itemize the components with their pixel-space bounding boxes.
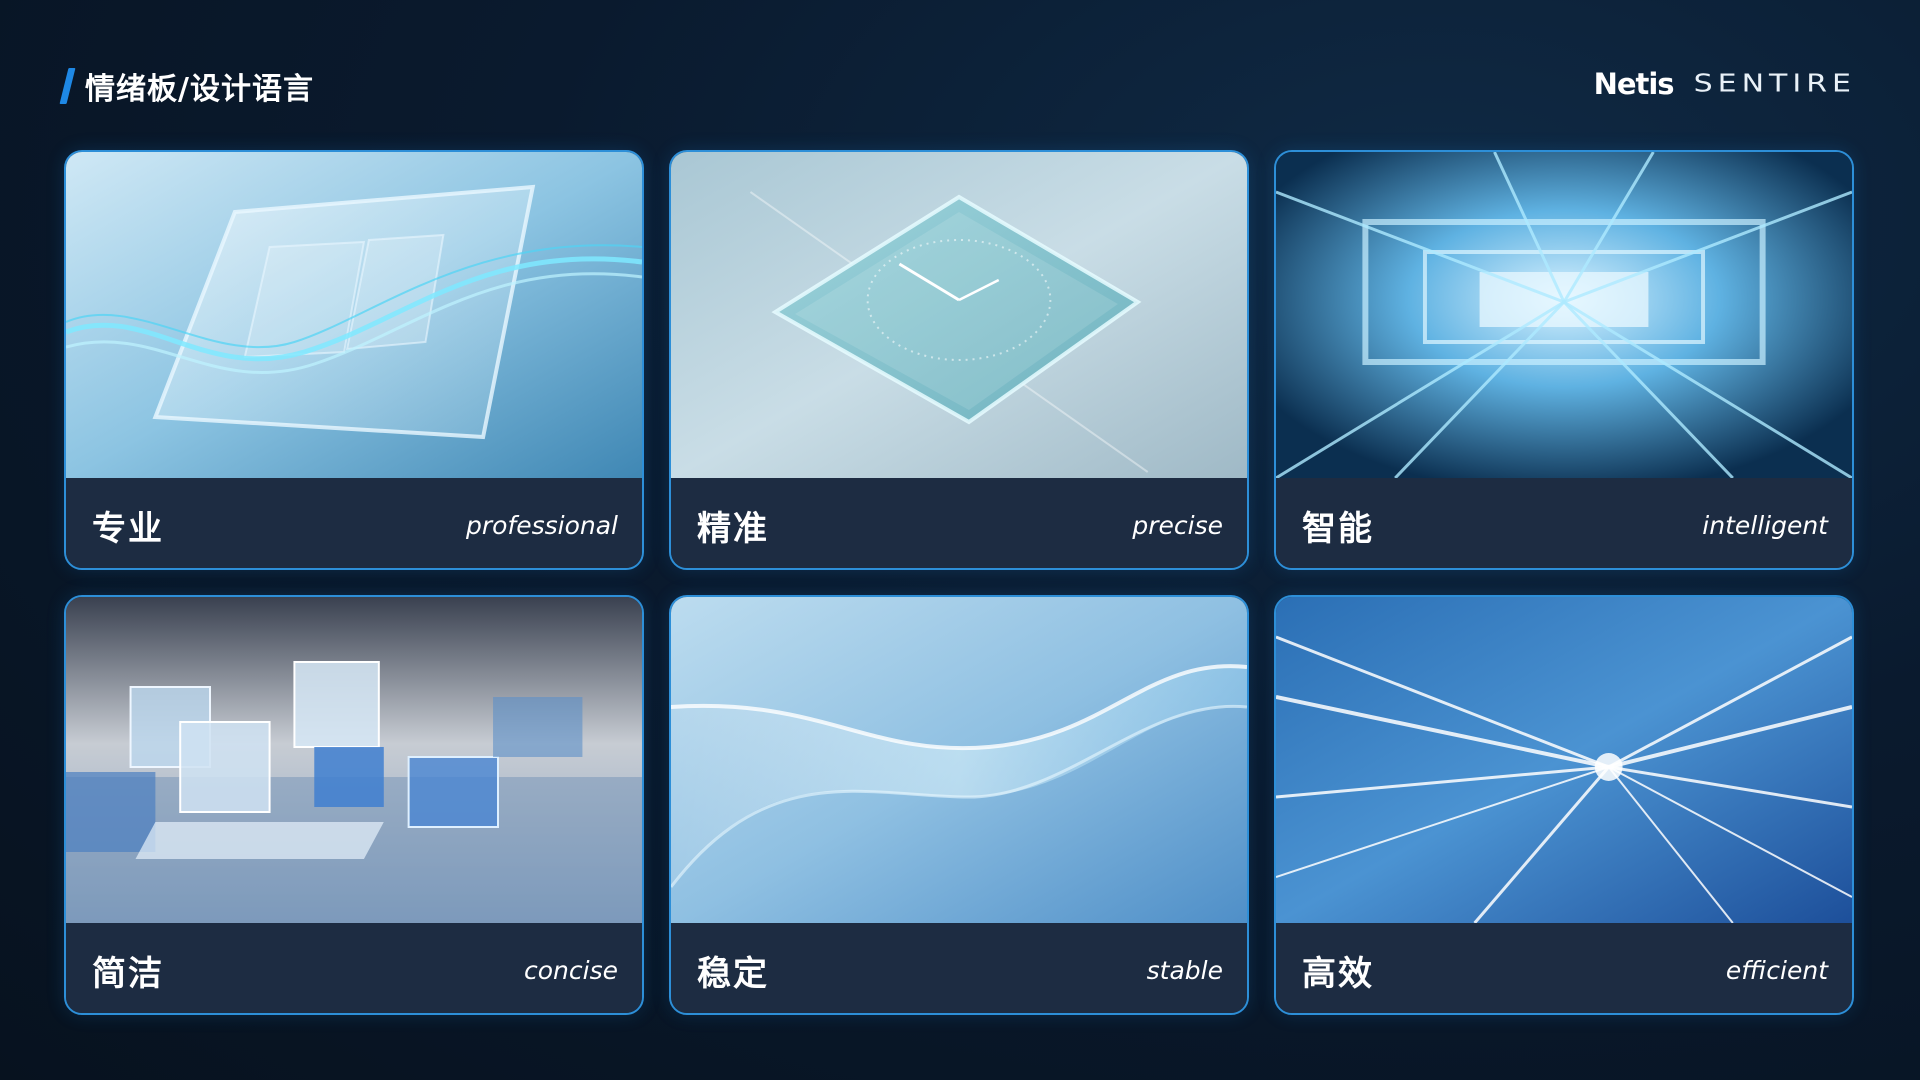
brand-logo: Netis SENTIRE — [1594, 66, 1856, 101]
moodboard-card-efficient: 高效 efficient — [1274, 595, 1854, 1015]
page-header: 情绪板/设计语言 Netis SENTIRE — [59, 60, 1856, 108]
card-footer: 专业 professional — [66, 478, 642, 568]
glass-panel-wave-image — [66, 152, 642, 478]
title-group: 情绪板/设计语言 — [59, 64, 314, 108]
card-footer: 高效 efficient — [1276, 923, 1852, 1013]
card-title-zh: 稳定 — [697, 953, 769, 994]
card-title-zh: 高效 — [1302, 953, 1374, 994]
card-title-zh: 智能 — [1302, 508, 1374, 549]
title-accent-bar — [59, 68, 76, 104]
card-title-en: precise — [1132, 510, 1223, 540]
flowing-ribbon-image — [671, 597, 1247, 923]
brand-sentire: SENTIRE — [1693, 69, 1856, 98]
card-title-en: efficient — [1725, 955, 1828, 985]
speed-light-rays-image — [1276, 597, 1852, 923]
card-title-en: professional — [465, 510, 618, 540]
card-title-zh: 简洁 — [92, 953, 164, 994]
card-footer: 稳定 stable — [671, 923, 1247, 1013]
moodboard-card-concise: 简洁 concise — [64, 595, 644, 1015]
page-title: 情绪板/设计语言 — [85, 72, 314, 107]
card-title-zh: 专业 — [92, 508, 164, 549]
card-footer: 精准 precise — [671, 478, 1247, 568]
glass-cubes-image — [66, 597, 642, 923]
brand-netis: Netis — [1593, 66, 1675, 101]
card-footer: 智能 intelligent — [1276, 478, 1852, 568]
light-tunnel-image — [1276, 152, 1852, 478]
moodboard-card-professional: 专业 professional — [64, 150, 644, 570]
moodboard-card-intelligent: 智能 intelligent — [1274, 150, 1854, 570]
card-title-en: intelligent — [1702, 510, 1828, 540]
moodboard-card-precise: 精准 precise — [669, 150, 1249, 570]
card-title-en: stable — [1146, 955, 1223, 985]
moodboard-card-stable: 稳定 stable — [669, 595, 1249, 1015]
card-title-zh: 精准 — [697, 508, 769, 549]
card-title-en: concise — [524, 955, 618, 985]
glass-clock-image — [671, 152, 1247, 478]
card-footer: 简洁 concise — [66, 923, 642, 1013]
